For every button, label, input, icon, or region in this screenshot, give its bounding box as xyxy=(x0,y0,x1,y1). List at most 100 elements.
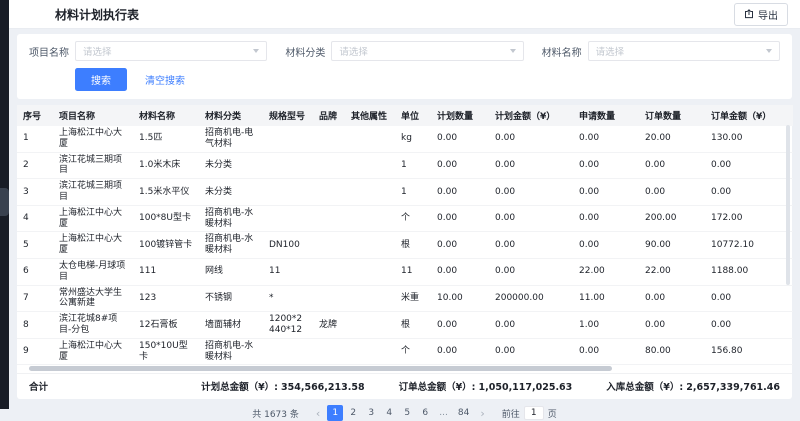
table-cell xyxy=(345,338,395,365)
table-cell xyxy=(345,126,395,152)
search-button[interactable]: 搜索 xyxy=(75,68,127,91)
table-cell: 22.00 xyxy=(573,258,639,285)
table-cell: 200000.00 xyxy=(489,285,573,312)
inbound-total-label: 入库总金额（¥）: xyxy=(606,382,683,393)
table-cell: 招商机电-水暖材料 xyxy=(199,205,263,232)
page-button[interactable]: 2 xyxy=(345,405,361,421)
pagination: 共 1673 条 ‹ 123456...84 › 前往 页 xyxy=(17,405,792,421)
material-name-select[interactable]: 请选择 xyxy=(588,41,780,61)
planned-total-label: 计划总金额（¥）: xyxy=(201,382,278,393)
table-cell: 1.5米水平仪 xyxy=(133,179,199,206)
table-cell: 上海松江中心大厦 xyxy=(53,232,133,259)
table-cell: 太仓电梯-月球项目 xyxy=(53,258,133,285)
table-cell: 0.00 xyxy=(489,232,573,259)
table-cell xyxy=(313,152,345,179)
table-cell: 网线 xyxy=(199,258,263,285)
column-header: 计划金额（¥） xyxy=(489,105,573,126)
table-cell: 0.00 xyxy=(431,126,489,152)
table-row: 8滨江花城8#项目-分包12石膏板墙面辅材1200*2440*12龙牌根0.00… xyxy=(17,312,793,339)
table-cell: 1 xyxy=(395,179,431,206)
table-cell: 招商机电-电气材料 xyxy=(199,126,263,152)
table-cell xyxy=(345,205,395,232)
material-category-placeholder: 请选择 xyxy=(339,44,509,58)
table-cell: 滨江花城8#项目-分包 xyxy=(53,312,133,339)
next-page-button[interactable]: › xyxy=(476,408,488,419)
page-button[interactable]: 1 xyxy=(327,405,343,421)
table-cell: 招商机电-水暖材料 xyxy=(199,338,263,365)
chevron-down-icon xyxy=(510,49,516,53)
table-cell xyxy=(345,232,395,259)
page-button[interactable]: 6 xyxy=(417,405,433,421)
filter-group-material-name: 材料名称 请选择 xyxy=(542,41,780,61)
page-title: 材料计划执行表 xyxy=(55,6,139,23)
table-cell: 0.00 xyxy=(705,285,793,312)
table-cell: 0.00 xyxy=(431,338,489,365)
table-cell xyxy=(345,179,395,206)
column-header: 其他属性 xyxy=(345,105,395,126)
row-index-cell: 9 xyxy=(17,338,53,365)
table-cell: 0.00 xyxy=(431,152,489,179)
table-cell xyxy=(345,285,395,312)
table-cell: 12石膏板 xyxy=(133,312,199,339)
column-header: 规格型号 xyxy=(263,105,313,126)
column-header: 材料分类 xyxy=(199,105,263,126)
export-button[interactable]: 导出 xyxy=(734,3,788,26)
table-cell: 0.00 xyxy=(431,205,489,232)
materials-table: 序号项目名称材料名称材料分类规格型号品牌其他属性单位计划数量计划金额（¥）申请数… xyxy=(17,105,793,365)
table-cell: 111 xyxy=(133,258,199,285)
page-button[interactable]: 5 xyxy=(399,405,415,421)
filter-group-project: 项目名称 请选择 xyxy=(29,41,267,61)
app-shell: 材料计划执行表 导出 项目名称 请选择 xyxy=(0,0,800,409)
table-cell: 200.00 xyxy=(639,205,705,232)
table-cell: 0.00 xyxy=(705,312,793,339)
table-cell: 130.00 xyxy=(705,126,793,152)
page-button[interactable]: 4 xyxy=(381,405,397,421)
filter-actions: 搜索 清空搜索 xyxy=(75,68,780,91)
left-rail xyxy=(0,0,9,409)
horizontal-scrollbar-thumb[interactable] xyxy=(29,366,612,371)
row-index-cell: 4 xyxy=(17,205,53,232)
material-name-label: 材料名称 xyxy=(542,44,582,59)
inbound-total-value: 2,657,339,761.46 xyxy=(686,382,780,393)
vertical-scrollbar[interactable] xyxy=(786,125,790,285)
project-name-select[interactable]: 请选择 xyxy=(75,41,267,61)
table-cell xyxy=(313,232,345,259)
page-button[interactable]: 84 xyxy=(454,405,473,421)
table-cell: 10.00 xyxy=(431,285,489,312)
inbound-total-amount: 入库总金额（¥）: 2,657,339,761.46 xyxy=(606,379,780,393)
table-cell xyxy=(313,126,345,152)
table-cell xyxy=(313,205,345,232)
table-row: 2滨江花城三期项目1.0米木床未分类10.000.000.000.000.00 xyxy=(17,152,793,179)
row-index-cell: 5 xyxy=(17,232,53,259)
clear-search-button[interactable]: 清空搜索 xyxy=(139,68,191,91)
table-cell: 根 xyxy=(395,312,431,339)
table-cell: 0.00 xyxy=(489,205,573,232)
table-cell: 上海松江中心大厦 xyxy=(53,205,133,232)
project-name-placeholder: 请选择 xyxy=(83,44,253,58)
prev-page-button[interactable]: ‹ xyxy=(312,408,324,419)
table-cell: 0.00 xyxy=(573,152,639,179)
table-cell: 156.80 xyxy=(705,338,793,365)
order-total-value: 1,050,117,025.63 xyxy=(479,382,573,393)
summary-bar: 合计 计划总金额（¥）: 354,566,213.58 订单总金额（¥）: 1,… xyxy=(17,373,792,399)
table-cell: 80.00 xyxy=(639,338,705,365)
table-cell: 0.00 xyxy=(639,179,705,206)
table-cell: 根 xyxy=(395,232,431,259)
table-cell: 上海松江中心大厦 xyxy=(53,126,133,152)
table-cell: 11 xyxy=(395,258,431,285)
page-button[interactable]: 3 xyxy=(363,405,379,421)
table-row: 4上海松江中心大厦100*8U型卡招商机电-水暖材料个0.000.000.002… xyxy=(17,205,793,232)
goto-page-input[interactable] xyxy=(524,406,544,420)
table-cell: 滨江花城三期项目 xyxy=(53,179,133,206)
rail-collapse-handle[interactable] xyxy=(0,188,9,216)
table-cell: 10772.10 xyxy=(705,232,793,259)
materials-table-card: 序号项目名称材料名称材料分类规格型号品牌其他属性单位计划数量计划金额（¥）申请数… xyxy=(17,105,792,399)
column-header: 材料名称 xyxy=(133,105,199,126)
table-cell: 0.00 xyxy=(489,338,573,365)
table-cell: 个 xyxy=(395,338,431,365)
table-cell: 0.00 xyxy=(705,152,793,179)
table-cell: 0.00 xyxy=(489,312,573,339)
material-category-select[interactable]: 请选择 xyxy=(331,41,523,61)
table-cell: kg xyxy=(395,126,431,152)
table-cell xyxy=(345,152,395,179)
